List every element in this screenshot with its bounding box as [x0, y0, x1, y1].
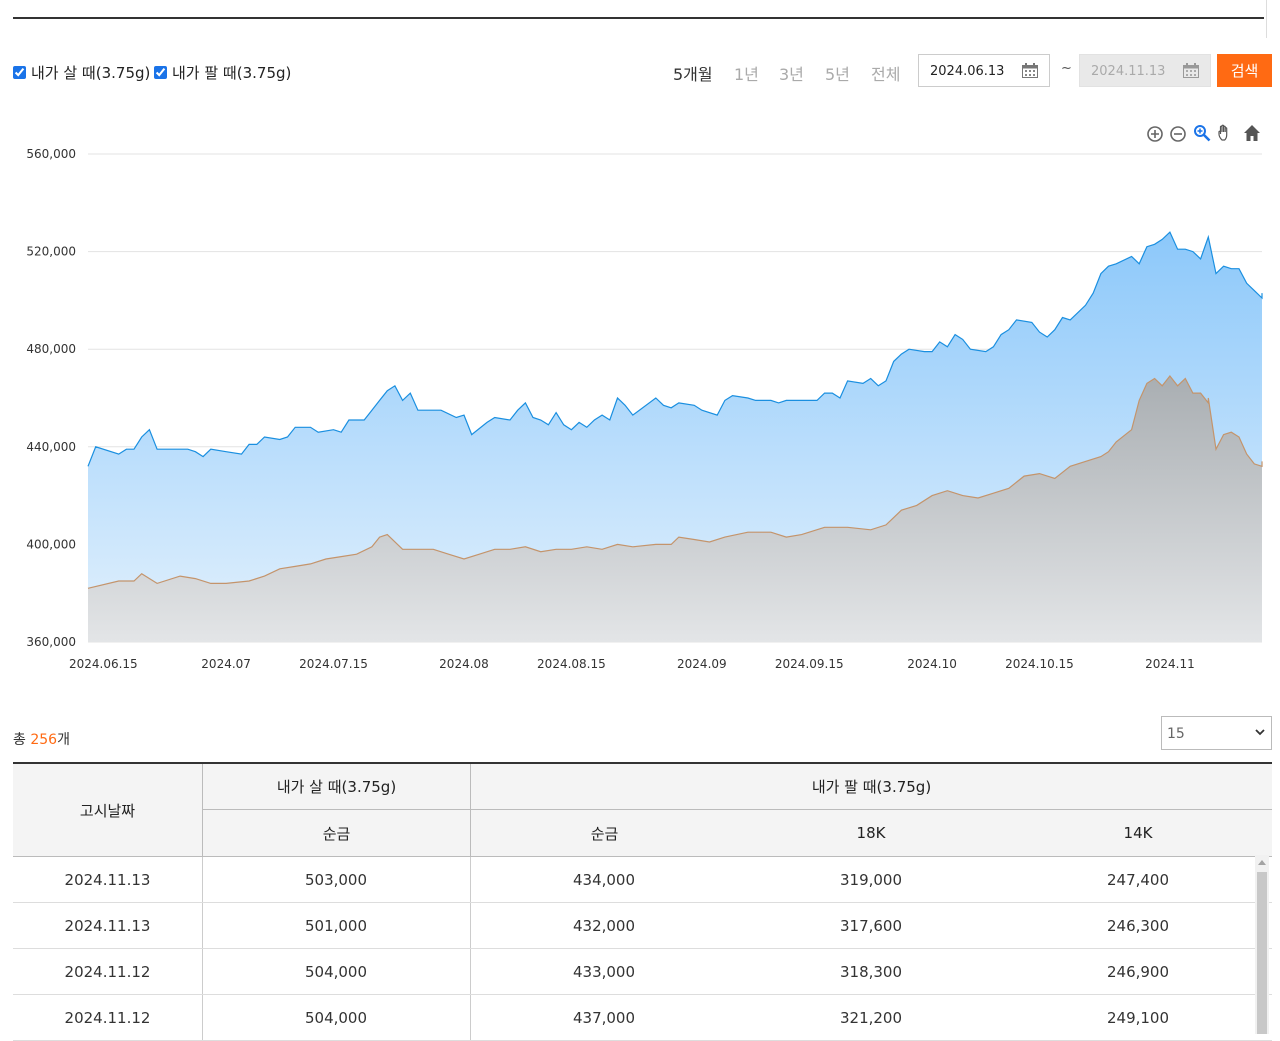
cell-sell-14k: 246,900 — [1106, 962, 1170, 981]
period-all[interactable]: 전체 — [871, 61, 900, 85]
chevron-down-icon — [1255, 729, 1265, 736]
x-tick-label: 2024.08 — [439, 657, 489, 671]
period-1-year[interactable]: 1년 — [734, 61, 759, 85]
cell-date: 2024.11.13 — [64, 870, 151, 889]
header-date: 고시날짜 — [79, 801, 136, 820]
end-date-field[interactable]: 2024.11.13 — [1079, 54, 1211, 87]
cell-sell-pure: 433,000 — [572, 962, 636, 981]
column-divider — [470, 995, 471, 1040]
cell-sell-14k: 249,100 — [1106, 1008, 1170, 1027]
header-sell-pure: 순금 — [470, 810, 738, 856]
cell-date: 2024.11.12 — [64, 1008, 151, 1027]
cell-sell-18k: 317,600 — [839, 916, 903, 935]
period-3-years[interactable]: 3년 — [779, 61, 804, 85]
x-axis: 2024.06.15 2024.07 2024.07.15 2024.08 2024.0… — [69, 657, 1195, 671]
table-scrollbar[interactable] — [1255, 855, 1269, 1034]
chart-series — [87, 231, 1263, 642]
column-divider — [470, 903, 471, 948]
total-count-value: 256 — [30, 732, 58, 748]
date-range-separator: ~ — [1061, 61, 1072, 76]
cell-sell-pure: 434,000 — [572, 870, 636, 889]
x-tick-label: 2024.08.15 — [537, 657, 606, 671]
buy-series-toggle[interactable]: 내가 살 때(3.75g) — [13, 62, 150, 83]
sell-series-checkbox[interactable] — [154, 66, 167, 79]
table-row: 2024.11.13 501,000 432,000 317,600 246,300 — [13, 903, 1272, 949]
price-table: 고시날짜 내가 살 때(3.75g) 내가 팔 때(3.75g) 순금 순금 1… — [13, 762, 1272, 1041]
sell-series-toggle[interactable]: 내가 팔 때(3.75g) — [154, 62, 291, 83]
table-row: 2024.11.12 504,000 437,000 321,200 249,100 — [13, 995, 1272, 1041]
y-axis: 560,000 520,000 480,000 440,000 400,000 360,0… — [26, 147, 76, 649]
scroll-thumb[interactable] — [1257, 872, 1267, 1034]
column-divider — [202, 995, 203, 1040]
total-count: 총 256개 — [13, 729, 70, 749]
table-row: 2024.11.13 503,000 434,000 319,000 247,400 — [13, 857, 1272, 903]
table-header: 고시날짜 내가 살 때(3.75g) 내가 팔 때(3.75g) 순금 순금 1… — [13, 764, 1272, 857]
search-button[interactable]: 검색 — [1217, 54, 1272, 87]
period-5-years[interactable]: 5년 — [825, 61, 850, 85]
total-suffix: 개 — [57, 732, 70, 748]
buy-series-label: 내가 살 때(3.75g) — [31, 64, 151, 82]
cell-sell-18k: 318,300 — [839, 962, 903, 981]
cell-sell-pure: 432,000 — [572, 916, 636, 935]
y-tick-label: 400,000 — [26, 537, 76, 551]
sell-series-label: 내가 팔 때(3.75g) — [172, 64, 292, 82]
y-tick-label: 440,000 — [26, 440, 76, 454]
total-prefix: 총 — [13, 732, 31, 748]
header-sell-18k: 18K — [856, 824, 886, 842]
cell-sell-14k: 246,300 — [1106, 916, 1170, 935]
period-5-months[interactable]: 5개월 — [673, 61, 713, 85]
header-buy: 내가 살 때(3.75g) — [202, 764, 470, 810]
header-buy-pure: 순금 — [202, 810, 470, 856]
start-date-field[interactable]: 2024.06.13 — [918, 54, 1050, 87]
calendar-icon[interactable] — [1183, 63, 1199, 78]
column-divider — [202, 903, 203, 948]
buy-series-checkbox[interactable] — [13, 66, 26, 79]
cell-sell-pure: 437,000 — [572, 1008, 636, 1027]
x-tick-label: 2024.11 — [1145, 657, 1195, 671]
top-divider — [13, 17, 1264, 19]
scroll-up-arrow[interactable] — [1258, 860, 1266, 865]
y-tick-label: 560,000 — [26, 147, 76, 161]
chart-toolbar: 내가 살 때(3.75g) 내가 팔 때(3.75g) 5개월 1년 3년 5년… — [0, 54, 1280, 88]
column-divider — [202, 857, 203, 902]
cell-date: 2024.11.13 — [64, 916, 151, 935]
column-divider — [202, 949, 203, 994]
cell-sell-18k: 321,200 — [839, 1008, 903, 1027]
x-tick-label: 2024.07.15 — [299, 657, 368, 671]
x-tick-label: 2024.09 — [677, 657, 727, 671]
table-body: 2024.11.13 503,000 434,000 319,000 247,400 20… — [13, 857, 1272, 1041]
header-sell-14k: 14K — [1123, 824, 1153, 842]
column-divider — [470, 857, 471, 902]
header-sell: 내가 팔 때(3.75g) — [470, 764, 1272, 810]
column-divider — [470, 949, 471, 994]
page-size-value: 15 — [1167, 726, 1185, 742]
gold-price-chart: 560,000 520,000 480,000 440,000 400,000 360,0… — [26, 147, 1263, 671]
cell-buy-pure: 504,000 — [304, 1008, 368, 1027]
right-edge-panel — [1266, 0, 1280, 38]
start-date-value: 2024.06.13 — [930, 64, 1005, 79]
end-date-value: 2024.11.13 — [1091, 64, 1166, 79]
table-row: 2024.11.12 504,000 433,000 318,300 246,900 — [13, 949, 1272, 995]
cell-buy-pure: 504,000 — [304, 962, 368, 981]
page-size-select[interactable]: 15 — [1161, 716, 1272, 750]
x-tick-label: 2024.10.15 — [1005, 657, 1074, 671]
x-tick-label: 2024.06.15 — [69, 657, 138, 671]
y-tick-label: 480,000 — [26, 342, 76, 356]
x-tick-label: 2024.07 — [201, 657, 251, 671]
cell-buy-pure: 503,000 — [304, 870, 368, 889]
cell-date: 2024.11.12 — [64, 962, 151, 981]
calendar-icon[interactable] — [1022, 63, 1038, 78]
y-tick-label: 360,000 — [26, 635, 76, 649]
x-tick-label: 2024.10 — [907, 657, 957, 671]
cell-sell-14k: 247,400 — [1106, 870, 1170, 889]
cell-buy-pure: 501,000 — [304, 916, 368, 935]
y-tick-label: 520,000 — [26, 245, 76, 259]
cell-sell-18k: 319,000 — [839, 870, 903, 889]
x-tick-label: 2024.09.15 — [775, 657, 844, 671]
